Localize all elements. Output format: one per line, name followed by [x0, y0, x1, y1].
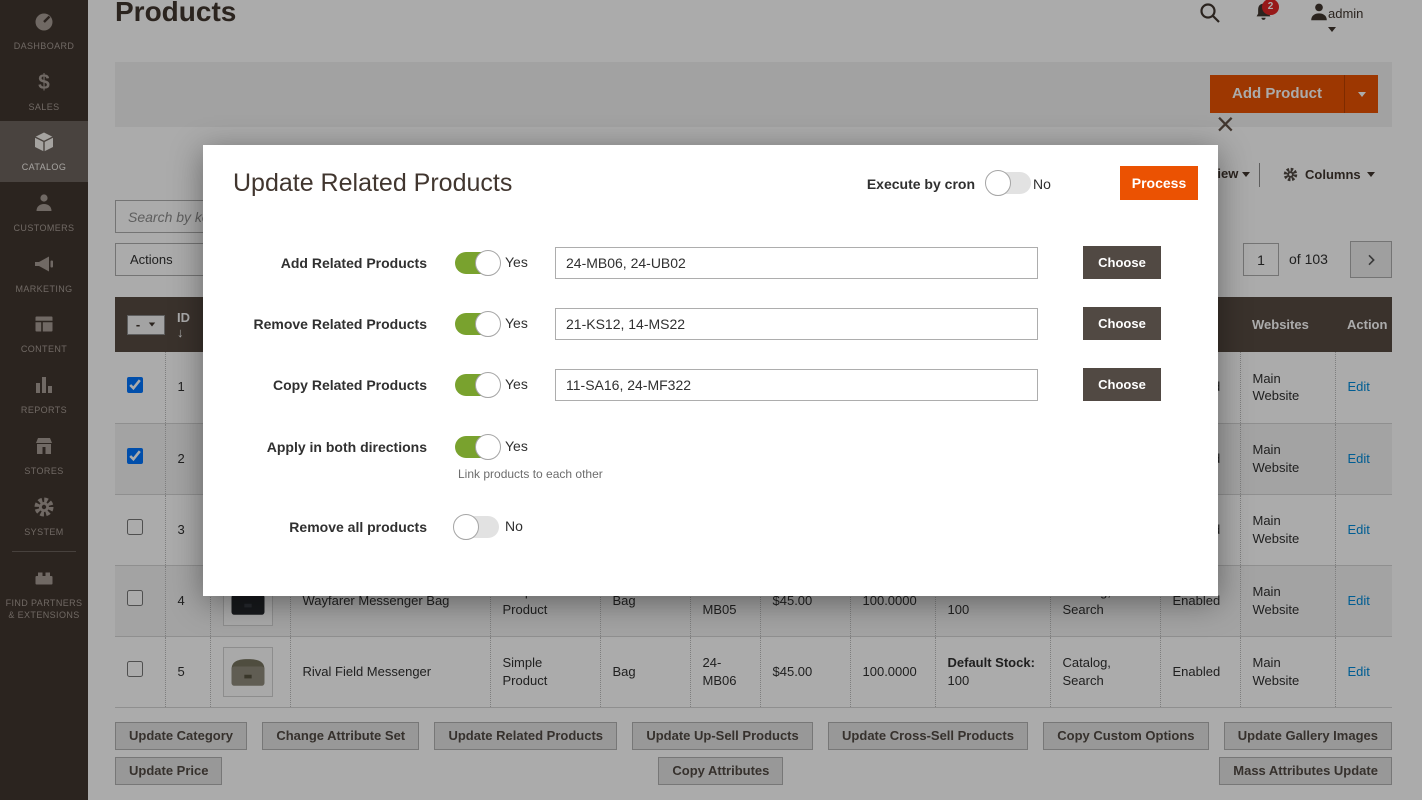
toggle-knob: [475, 250, 501, 276]
copy-related-products-row: Copy Related Products Yes Choose: [233, 368, 1188, 402]
remove-all-products-row: Remove all products No: [233, 510, 1188, 544]
apply-both-directions-note: Link products to each other: [458, 467, 603, 481]
process-button[interactable]: Process: [1120, 166, 1198, 200]
field-label: Apply in both directions: [233, 430, 427, 464]
choose-button[interactable]: Choose: [1083, 246, 1161, 279]
copy-related-products-input[interactable]: [555, 369, 1038, 401]
apply-both-directions-toggle[interactable]: [455, 436, 499, 458]
remove-all-products-toggle[interactable]: [455, 516, 499, 538]
add-related-products-input[interactable]: [555, 247, 1038, 279]
toggle-state-label: Yes: [505, 315, 528, 331]
toggle-state-label: No: [505, 518, 523, 534]
remove-related-products-row: Remove Related Products Yes Choose: [233, 307, 1188, 341]
toggle-state-label: Yes: [505, 438, 528, 454]
execute-by-cron-label: Execute by cron: [763, 176, 975, 192]
choose-button[interactable]: Choose: [1083, 368, 1161, 401]
toggle-knob: [475, 372, 501, 398]
copy-related-products-toggle[interactable]: [455, 374, 499, 396]
toggle-knob: [985, 170, 1011, 196]
apply-both-directions-row: Apply in both directions Yes: [233, 430, 1188, 464]
toggle-state-label: Yes: [505, 376, 528, 392]
toggle-knob: [475, 311, 501, 337]
toggle-knob: [475, 434, 501, 460]
field-label: Remove Related Products: [233, 307, 427, 341]
add-related-products-row: Add Related Products Yes Choose: [233, 246, 1188, 280]
field-label: Add Related Products: [233, 246, 427, 280]
update-related-products-modal: Update Related Products Execute by cron …: [203, 145, 1218, 596]
close-icon[interactable]: ×: [1216, 108, 1235, 140]
execute-by-cron-value: No: [1033, 176, 1051, 192]
choose-button[interactable]: Choose: [1083, 307, 1161, 340]
field-label: Copy Related Products: [233, 368, 427, 402]
add-related-products-toggle[interactable]: [455, 252, 499, 274]
field-label: Remove all products: [233, 510, 427, 544]
execute-by-cron-toggle[interactable]: [987, 172, 1031, 194]
remove-related-products-toggle[interactable]: [455, 313, 499, 335]
remove-related-products-input[interactable]: [555, 308, 1038, 340]
modal-title: Update Related Products: [233, 169, 512, 198]
toggle-state-label: Yes: [505, 254, 528, 270]
toggle-knob: [453, 514, 479, 540]
